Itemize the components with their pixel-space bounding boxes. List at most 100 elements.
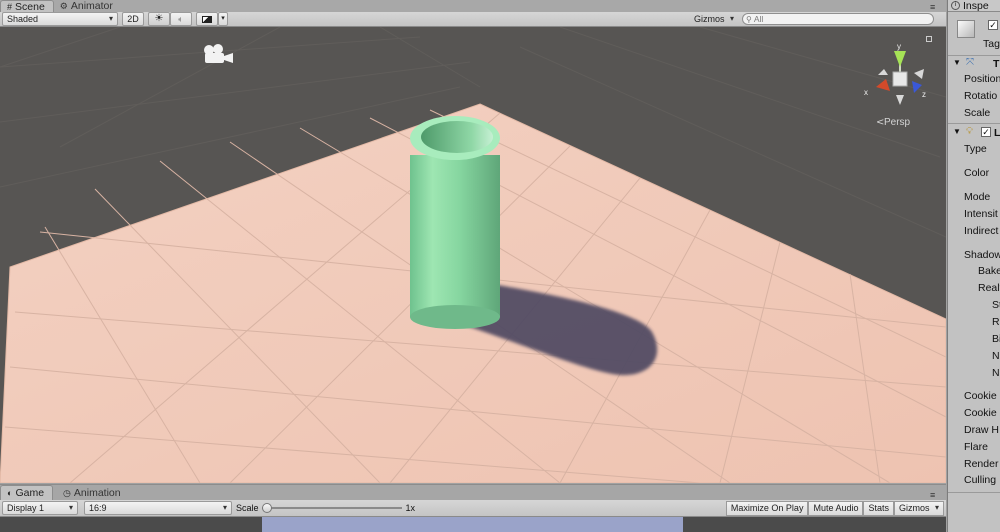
search-field[interactable]: ⚲ All: [742, 13, 934, 25]
tab-animation-label: Animation: [73, 486, 121, 499]
game-gizmos-label: Gizmos: [899, 503, 930, 513]
panel-menu-icon[interactable]: ≡: [930, 2, 942, 12]
gameobject-cube-icon: [957, 20, 975, 38]
effects-toggle[interactable]: [196, 12, 218, 26]
inspector-tab-label: Inspe: [963, 0, 989, 12]
animation-icon: ◷: [63, 487, 71, 498]
speaker-icon: 🔈︎: [178, 14, 184, 24]
light-row-shadow: Shadow: [964, 249, 1000, 261]
transform-icon: ⤧: [966, 57, 974, 68]
inspector-tab[interactable]: i Inspe: [948, 0, 1000, 12]
scale-slider-thumb[interactable]: [261, 503, 272, 513]
tab-scene-label: Scene: [15, 0, 45, 13]
tab-animator-label: Animator: [70, 0, 113, 12]
stats-toggle[interactable]: Stats: [863, 500, 894, 516]
info-icon: i: [951, 1, 960, 10]
scene-viewport[interactable]: y x z < Persp: [0, 27, 946, 483]
active-checkbox[interactable]: ✓: [988, 20, 998, 30]
tab-game-label: Game: [15, 487, 45, 499]
light-row-flare: Flare: [964, 441, 988, 453]
transform-row-scale: Scale: [964, 107, 991, 119]
scene-lock-icon[interactable]: [926, 36, 932, 42]
shadow-strength-row: St: [992, 299, 1000, 311]
search-cancel-icon[interactable]: [936, 15, 944, 23]
scale-slider[interactable]: [261, 503, 402, 513]
persp-label[interactable]: Persp: [884, 117, 911, 128]
chevron-down-icon: ▾: [221, 15, 225, 22]
game-viewport[interactable]: [262, 517, 683, 532]
gizmos-dropdown[interactable]: Gizmos: [690, 12, 738, 26]
game-panel-menu-icon[interactable]: ≡: [930, 490, 942, 500]
axis-x-label: x: [864, 88, 868, 97]
scene-tab-bar: # Scene ⚙ Animator ≡: [0, 0, 946, 13]
center-cube[interactable]: [892, 71, 908, 87]
camera-reel-2: [213, 44, 223, 54]
scale-value: 1x: [405, 503, 416, 513]
grid-icon: #: [7, 1, 13, 12]
transform-header: T: [993, 58, 1000, 70]
light-header: L: [994, 127, 1000, 139]
light-row-cookie: Cookie: [964, 390, 997, 402]
search-icon: ⚲: [746, 14, 752, 24]
transform-row-rotation: Rotatio: [964, 90, 998, 102]
display-dropdown[interactable]: Display 1: [2, 501, 78, 515]
draw-mode-dropdown[interactable]: Shaded: [2, 12, 118, 26]
shadow-normal-bias-row: N: [992, 350, 1000, 362]
scene-canvas[interactable]: y x z < Persp: [0, 27, 946, 483]
game-icon: ◐: [7, 488, 13, 498]
light-row-type: Type: [964, 143, 987, 155]
shadow-realtime-row: Realt: [978, 282, 1000, 294]
display-label: Display 1: [7, 503, 45, 513]
light-row-cookie-size: Cookie: [964, 407, 997, 419]
light-enabled-checkbox[interactable]: ✓: [981, 127, 991, 137]
scale-slider-track: [261, 507, 402, 509]
light-row-mode: Mode: [964, 191, 991, 203]
sun-icon: ☀: [154, 13, 164, 24]
transform-foldout-icon[interactable]: ▼: [953, 58, 961, 67]
camera-body: [205, 53, 224, 63]
axis-z-label: z: [922, 90, 926, 99]
mode-2d-toggle[interactable]: 2D: [122, 12, 144, 26]
shadow-bias-row: Bi: [992, 333, 1000, 345]
shadow-resolution-row: Re: [992, 316, 1000, 328]
inspector-separator-3: [948, 492, 1000, 493]
inspector-separator-1: [948, 55, 1000, 56]
light-row-culling-mask: Culling: [964, 474, 997, 486]
scene-toolbar: Shaded 2D ☀ 🔈︎ ▾ Gizmos ⚲ All: [0, 12, 946, 27]
light-row-indirect: Indirect: [964, 225, 999, 237]
tab-game[interactable]: ◐ Game: [0, 485, 54, 500]
light-row-intensity: Intensit: [964, 208, 998, 220]
draw-mode-label: Shaded: [7, 14, 39, 24]
stats-label: Stats: [868, 503, 889, 513]
shadow-baked-row: Bake: [978, 265, 1000, 277]
effects-dropdown[interactable]: ▾: [218, 12, 228, 26]
search-placeholder: All: [753, 14, 764, 24]
shadow-near-plane-row: N: [992, 367, 1000, 379]
mode-2d-label: 2D: [127, 14, 139, 24]
inspector-panel: i Inspe ✓ Tag ▼ ⤧ T Position Rotatio Sca…: [947, 0, 1000, 532]
game-toolbar: Display 1 16:9 Scale 1x Maximize On Play…: [0, 500, 946, 517]
cylinder-inner: [421, 121, 493, 153]
lighting-toggle[interactable]: ☀: [148, 12, 170, 26]
tab-animation[interactable]: ◷ Animation: [57, 485, 129, 500]
light-row-draw-halo: Draw H: [964, 424, 1000, 436]
light-row-render-mode: Render: [964, 458, 999, 470]
audio-toggle[interactable]: 🔈︎: [170, 12, 192, 26]
game-gizmos-dropdown[interactable]: Gizmos: [894, 500, 944, 516]
gizmos-label: Gizmos: [694, 14, 725, 24]
cylinder-body: [410, 155, 500, 317]
tab-scene[interactable]: # Scene: [0, 0, 54, 13]
aspect-dropdown[interactable]: 16:9: [84, 501, 232, 515]
tab-animator[interactable]: ⚙ Animator: [54, 0, 121, 12]
animator-icon: ⚙: [59, 1, 68, 11]
image-icon: [202, 15, 212, 23]
inspector-separator-2: [948, 123, 1000, 124]
mute-audio-toggle[interactable]: Mute Audio: [808, 500, 864, 516]
aspect-label: 16:9: [89, 503, 107, 513]
mute-audio-label: Mute Audio: [813, 503, 859, 513]
light-bulb-icon: 💡︎: [966, 126, 973, 137]
maximize-on-play-label: Maximize On Play: [730, 503, 804, 513]
tag-label: Tag: [983, 38, 1000, 50]
maximize-on-play-toggle[interactable]: Maximize On Play: [725, 500, 809, 516]
light-foldout-icon[interactable]: ▼: [953, 127, 961, 136]
